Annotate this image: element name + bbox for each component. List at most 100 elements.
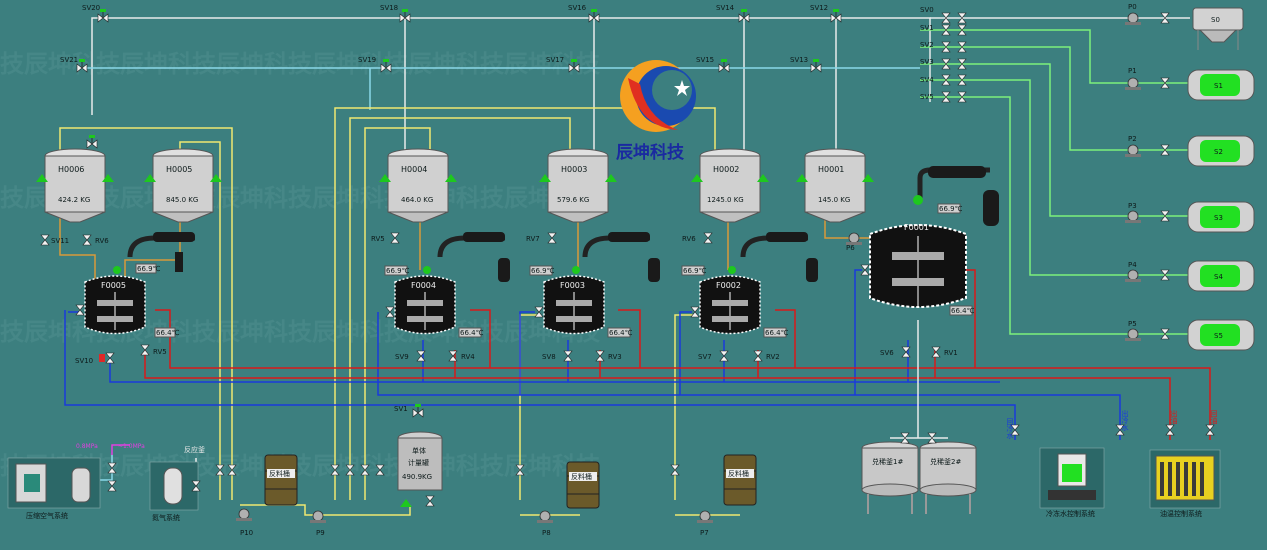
svg-text:RV6: RV6 xyxy=(682,235,696,243)
pump-p0[interactable]: P0 xyxy=(1124,3,1170,26)
svg-text:SV14: SV14 xyxy=(716,4,735,12)
svg-text:冷冻水控制系统: 冷冻水控制系统 xyxy=(1046,509,1095,518)
hopper-h0001[interactable]: H0001 145.0 KG xyxy=(796,148,874,223)
hopper-h0005[interactable]: H0005 845.0 KG xyxy=(144,148,222,223)
svg-text:SV0: SV0 xyxy=(920,6,934,14)
svg-text:66.9℃: 66.9℃ xyxy=(531,267,555,275)
tank-s3[interactable]: S3 xyxy=(1187,201,1255,233)
pump-p6[interactable]: P6 xyxy=(845,232,863,252)
hot-oil-supply-label: 出油 xyxy=(1165,409,1178,436)
valve-sv20[interactable]: SV20 xyxy=(82,4,109,23)
pump-p10[interactable]: P10 xyxy=(235,508,253,537)
svg-text:S3: S3 xyxy=(1214,214,1223,222)
valve-sv0[interactable]: SV0 xyxy=(920,6,967,24)
svg-text:F0001: F0001 xyxy=(904,223,929,232)
tank-s0[interactable]: S0 xyxy=(1192,7,1244,50)
tank-s4[interactable]: S4 xyxy=(1187,260,1255,292)
svg-text:145.0 KG: 145.0 KG xyxy=(818,196,850,204)
valve-sv13[interactable]: SV13 xyxy=(790,56,822,73)
svg-text:66.4℃: 66.4℃ xyxy=(951,307,975,315)
valve-rv5[interactable]: RV5 xyxy=(140,344,167,356)
pump-p4[interactable]: P4 xyxy=(1124,261,1170,283)
tank-s2[interactable]: S2 xyxy=(1187,135,1255,167)
hopper-h0002[interactable]: H0002 1245.0 KG xyxy=(691,148,769,223)
tank-s1[interactable]: S1 xyxy=(1187,69,1255,101)
valve-sv6[interactable]: SV6 xyxy=(880,346,911,358)
svg-text:S4: S4 xyxy=(1214,273,1223,281)
tank-s5[interactable]: S5 xyxy=(1187,319,1255,351)
monomer-metering-tank[interactable]: SV1 单体 计量罐 490.9KG xyxy=(394,403,443,507)
pump-p3[interactable]: P3 xyxy=(1124,202,1170,224)
svg-text:SV19: SV19 xyxy=(358,56,376,64)
valve-sv9[interactable]: SV9 xyxy=(395,350,426,362)
svg-text:反料桶: 反料桶 xyxy=(269,469,290,478)
hopper-h0004[interactable]: H0004 464.0 KG xyxy=(379,148,457,223)
valve-sv15[interactable]: SV15 xyxy=(696,56,730,73)
valve-rv3[interactable]: RV3 xyxy=(595,350,622,362)
svg-text:424.2 KG: 424.2 KG xyxy=(58,196,90,204)
svg-text:出冷水: 出冷水 xyxy=(1121,409,1129,431)
hot-oil-system[interactable]: 油温控制系统 xyxy=(1149,449,1221,518)
pump-p5[interactable]: P5 xyxy=(1124,320,1170,342)
svg-text:66.9℃: 66.9℃ xyxy=(939,205,963,213)
air-pressure-low: 0.8MPa xyxy=(76,443,98,450)
svg-text:66.4℃: 66.4℃ xyxy=(609,329,633,337)
svg-text:SV15: SV15 xyxy=(696,56,714,64)
dilution-tank-2[interactable]: 兑稀釜2# xyxy=(919,441,977,514)
svg-text:RV4: RV4 xyxy=(461,353,475,361)
air-pressure-high: ~1.0MPa xyxy=(118,443,145,450)
svg-text:反料桶: 反料桶 xyxy=(571,472,592,481)
svg-text:SV1: SV1 xyxy=(394,405,408,413)
svg-text:66.4℃: 66.4℃ xyxy=(156,329,180,337)
svg-text:回冷水: 回冷水 xyxy=(1006,418,1014,439)
cooling-water-system[interactable]: 冷冻水控制系统 xyxy=(1039,447,1105,518)
hopper-h0003[interactable]: H0003 579.6 KG xyxy=(539,148,617,223)
svg-text:66.9℃: 66.9℃ xyxy=(137,265,161,273)
svg-text:F0003: F0003 xyxy=(560,281,585,290)
reactor-f0002[interactable]: RV6 66.9℃ F0002 66.4℃ SV7 RV2 xyxy=(681,232,818,362)
hopper-h0006[interactable]: H0006 424.2 KG xyxy=(36,134,114,223)
svg-text:SV11: SV11 xyxy=(51,237,69,245)
drum-3[interactable]: 反料桶 xyxy=(723,454,757,506)
svg-text:SV9: SV9 xyxy=(395,353,409,361)
pump-p1[interactable]: P1 xyxy=(1124,67,1170,91)
right-pump-tank-column: P0 P1 P2 P3 P4 P5 S0 S1 S2 S3 S4 S5 xyxy=(1124,3,1255,351)
drum-1[interactable]: 反料桶 xyxy=(264,454,298,506)
dilution-tank-1[interactable]: 兑稀釜1# xyxy=(861,441,919,514)
svg-text:SV5: SV5 xyxy=(920,93,934,101)
drum-2[interactable]: 反料桶 xyxy=(566,461,600,509)
svg-text:RV1: RV1 xyxy=(944,349,958,357)
svg-text:66.4℃: 66.4℃ xyxy=(460,329,484,337)
svg-text:P5: P5 xyxy=(1128,320,1137,328)
svg-text:P9: P9 xyxy=(316,529,325,537)
svg-text:F0002: F0002 xyxy=(716,281,741,290)
svg-text:SV7: SV7 xyxy=(698,353,712,361)
pump-p2[interactable]: P2 xyxy=(1124,135,1170,158)
svg-text:H0002: H0002 xyxy=(713,165,739,174)
svg-text:SV21: SV21 xyxy=(60,56,78,64)
svg-text:464.0 KG: 464.0 KG xyxy=(401,196,433,204)
svg-text:P3: P3 xyxy=(1128,202,1137,210)
svg-text:66.9℃: 66.9℃ xyxy=(683,267,707,275)
svg-text:计量罐: 计量罐 xyxy=(408,458,429,467)
pipe-yellow-9 xyxy=(674,314,695,500)
svg-text:SV18: SV18 xyxy=(380,4,398,12)
svg-text:S0: S0 xyxy=(1211,16,1220,24)
svg-text:SV2: SV2 xyxy=(920,41,934,49)
svg-text:S2: S2 xyxy=(1214,148,1223,156)
svg-text:出油: 出油 xyxy=(1170,409,1178,425)
svg-text:RV6: RV6 xyxy=(95,237,109,245)
svg-text:SV6: SV6 xyxy=(880,349,894,357)
svg-text:845.0 KG: 845.0 KG xyxy=(166,196,198,204)
valve-rv4[interactable]: RV4 xyxy=(448,350,475,362)
valve-rv1[interactable]: RV1 xyxy=(931,346,958,358)
svg-text:H0005: H0005 xyxy=(166,165,192,174)
nitrogen-destination: 反应釜 xyxy=(184,445,205,454)
valve-rv2[interactable]: RV2 xyxy=(753,350,780,362)
svg-text:1245.0 KG: 1245.0 KG xyxy=(707,196,744,204)
reactor-f0001[interactable]: 66.9℃ P6 F0001 66.4℃ SV6 RV1 xyxy=(845,166,999,358)
svg-text:RV5: RV5 xyxy=(371,235,385,243)
svg-text:SV12: SV12 xyxy=(810,4,828,12)
valve-sv10[interactable]: SV10 xyxy=(75,352,115,365)
svg-text:油温控制系统: 油温控制系统 xyxy=(1160,509,1202,518)
